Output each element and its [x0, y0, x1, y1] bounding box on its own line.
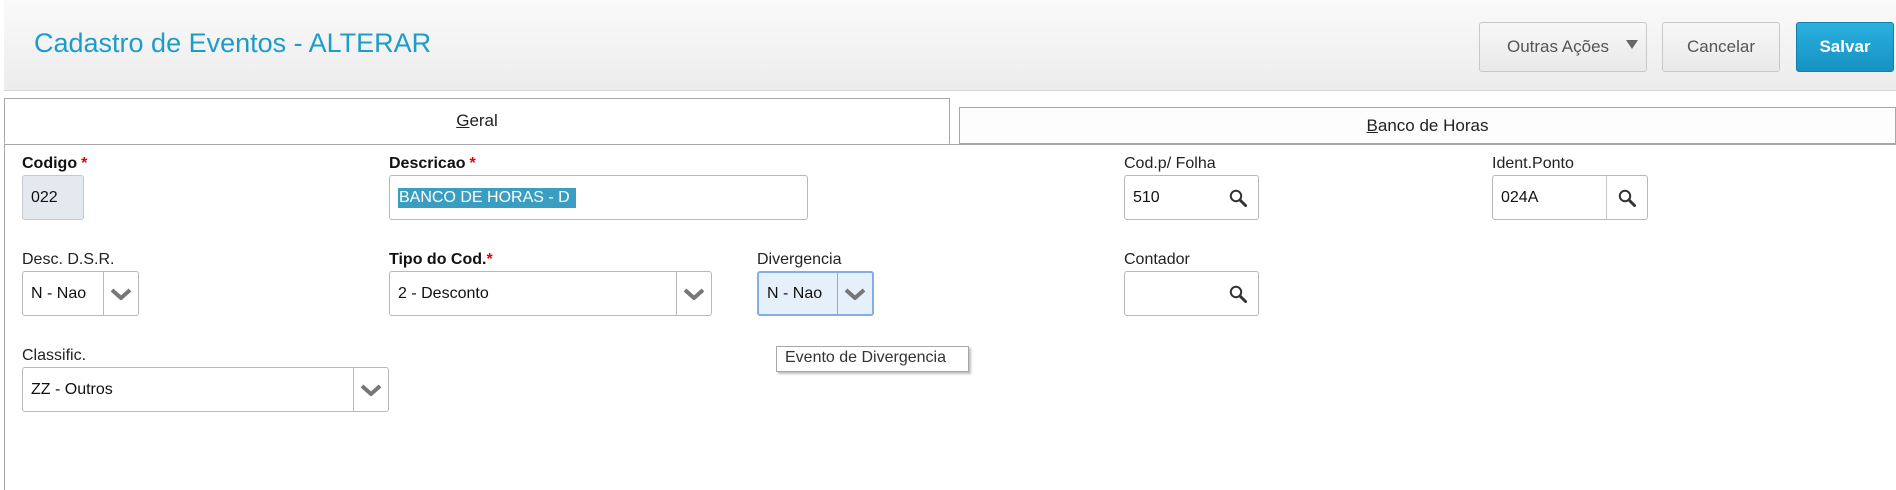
- save-label: Salvar: [1819, 37, 1871, 56]
- codigo-field[interactable]: 022: [22, 175, 84, 220]
- chevron-down-icon[interactable]: [103, 272, 138, 315]
- tipo-cod-select[interactable]: 2 - Desconto: [389, 271, 712, 316]
- page-header: Cadastro de Eventos - ALTERAR Outras Açõ…: [4, 0, 1896, 91]
- cancel-button[interactable]: Cancelar: [1662, 22, 1780, 72]
- descricao-value: BANCO DE HORAS - D: [398, 187, 576, 208]
- tipo-cod-value: 2 - Desconto: [398, 284, 489, 302]
- magnifier-icon[interactable]: [1218, 176, 1258, 219]
- tab-banco-de-horas[interactable]: Banco de Horas: [959, 107, 1896, 144]
- ident-ponto-field[interactable]: 024A: [1492, 175, 1648, 220]
- page-title: Cadastro de Eventos - ALTERAR: [34, 28, 432, 58]
- cod-folha-field[interactable]: 510: [1124, 175, 1259, 220]
- contador-label: Contador: [1124, 251, 1190, 268]
- descricao-label: Descricao *: [389, 155, 476, 172]
- desc-dsr-label: Desc. D.S.R.: [22, 251, 115, 268]
- descricao-field[interactable]: BANCO DE HORAS - D: [389, 175, 808, 220]
- cod-folha-label: Cod.p/ Folha: [1124, 155, 1216, 172]
- tab-geral-label: Geral: [456, 111, 498, 130]
- desc-dsr-select[interactable]: N - Nao: [22, 271, 139, 316]
- codigo-label: Codigo *: [22, 155, 88, 172]
- divergencia-label: Divergencia: [757, 251, 842, 268]
- tipo-cod-label: Tipo do Cod.*: [389, 251, 493, 268]
- classific-label: Classific.: [22, 347, 87, 364]
- contador-field[interactable]: [1124, 271, 1259, 316]
- chevron-down-icon[interactable]: [837, 273, 872, 314]
- magnifier-icon[interactable]: [1606, 176, 1647, 219]
- chevron-down-icon[interactable]: [676, 272, 711, 315]
- codigo-value: 022: [31, 188, 58, 206]
- divergencia-select[interactable]: N - Nao: [757, 271, 874, 316]
- save-button[interactable]: Salvar: [1796, 22, 1894, 72]
- divergencia-tooltip: Evento de Divergencia: [776, 346, 969, 372]
- outras-acoes-label: Outras Ações: [1507, 37, 1610, 56]
- caret-down-icon: [1626, 40, 1638, 49]
- outras-acoes-button[interactable]: Outras Ações: [1479, 22, 1647, 72]
- cancel-label: Cancelar: [1686, 37, 1756, 56]
- tab-geral[interactable]: Geral: [4, 98, 950, 144]
- classific-select[interactable]: ZZ - Outros: [22, 367, 389, 412]
- classific-value: ZZ - Outros: [31, 380, 113, 398]
- ident-ponto-label: Ident.Ponto: [1492, 155, 1574, 172]
- magnifier-icon[interactable]: [1218, 272, 1258, 315]
- chevron-down-icon[interactable]: [353, 368, 388, 411]
- tab-banco-label: Banco de Horas: [1366, 115, 1489, 135]
